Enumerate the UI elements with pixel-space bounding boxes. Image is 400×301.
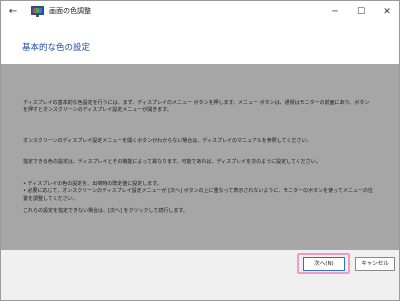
color-calibration-window: ← 画面の色調整 ─ ☐ ✕ 基本的な色の設定 ディスプレイの基本的な色設定を行… [0,0,400,301]
maximize-icon[interactable]: ☐ [347,1,375,23]
settings-bullet-list: • ディスプレイの色の設定を、出荷時の既定値に設定します。 • 必要に応じて、オ… [23,181,375,203]
next-button[interactable]: 次へ(N) [303,257,345,271]
instructions-panel: ディスプレイの基本的な色設定を行うには、まず、ディスプレイのメニュー ボタンを押… [1,64,399,250]
instruction-paragraph-3: 指定できる色の設定は、ディスプレイとその機能によって異なります。可能であれば、デ… [23,159,321,165]
bullet-item: • 必要に応じて、オンスクリーンのディスプレイ設定メニューが [次へ] ボタンの… [23,188,373,202]
close-icon[interactable]: ✕ [373,1,399,23]
footer-bar: 次へ(N) キャンセル [1,250,399,300]
monitor-color-icon [31,6,44,17]
cancel-button[interactable]: キャンセル [355,257,395,271]
minimize-icon[interactable]: ─ [321,1,349,23]
window-title: 画面の色調整 [49,7,91,15]
page-title: 基本的な色の設定 [22,43,91,53]
back-arrow-icon[interactable]: ← [7,6,19,18]
instruction-paragraph-1: ディスプレイの基本的な色設定を行うには、まず、ディスプレイのメニュー ボタンを押… [23,100,370,114]
instruction-paragraph-4: これらの設定を指定できない場合は、[次へ] をクリックして続行します。 [23,208,188,214]
instruction-paragraph-2: オンスクリーンのディスプレイ設定メニューを開くボタンがわからない場合は、ディスプ… [23,138,312,144]
title-bar: ← 画面の色調整 ─ ☐ ✕ [1,1,399,23]
